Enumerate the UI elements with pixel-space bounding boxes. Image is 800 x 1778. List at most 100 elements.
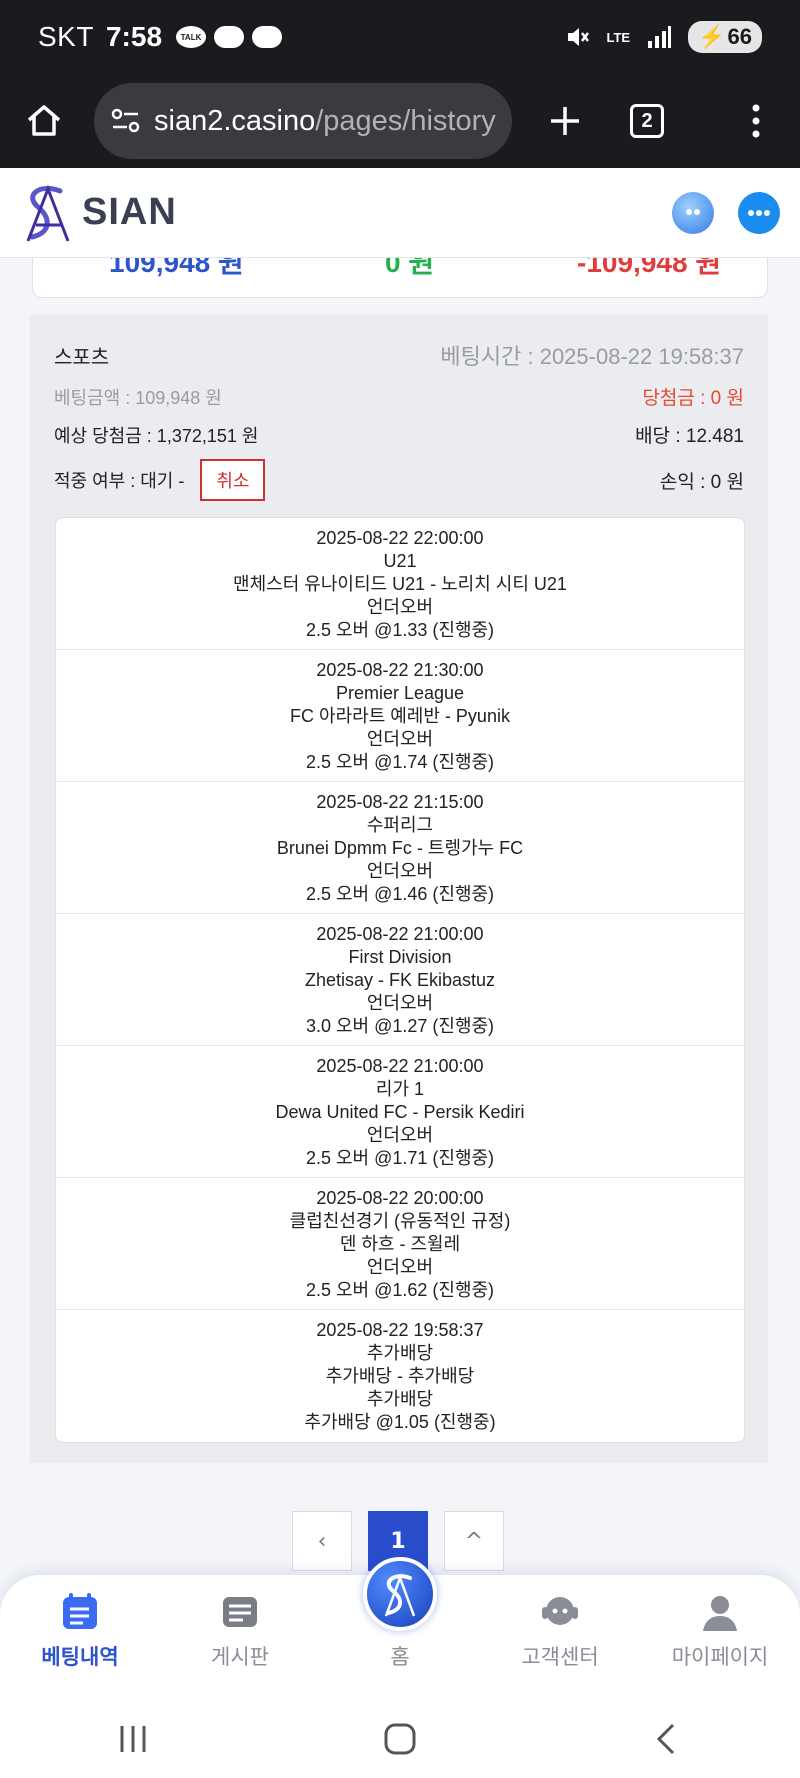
- address-bar[interactable]: sian2.casino/pages/history: [94, 83, 512, 159]
- game-pick: 2.5 오버 @1.71 (진행중): [305, 1148, 495, 1168]
- game-league: Premier League: [335, 683, 465, 703]
- signal-icon: [648, 26, 672, 48]
- mute-icon: [567, 28, 589, 46]
- game-league: 추가배당: [366, 1343, 434, 1363]
- game-market: 언더오버: [366, 861, 434, 881]
- notification-icon: [214, 26, 245, 48]
- notification-icon: [252, 26, 283, 48]
- game-pick: 2.5 오버 @1.33 (진행중): [305, 620, 495, 640]
- game-datetime: 2025-08-22 21:30:00: [316, 660, 484, 680]
- charging-icon: ⚡: [698, 24, 726, 49]
- game-league: U21: [383, 551, 417, 571]
- nav-my-page[interactable]: 마이페이지: [640, 1575, 800, 1700]
- game-match: Dewa United FC - Persik Kediri: [275, 1102, 525, 1122]
- url-host: sian2.casino: [154, 104, 316, 137]
- game-pick: 2.5 오버 @1.46 (진행중): [305, 884, 495, 904]
- next-page-button[interactable]: ^: [444, 1511, 504, 1571]
- game-datetime: 2025-08-22 21:15:00: [316, 792, 484, 812]
- bet-game-item: 2025-08-22 22:00:00 U21 맨체스터 유나이티드 U21 -…: [56, 518, 744, 650]
- status-right: LTE ⚡ 66: [565, 21, 762, 53]
- system-nav-bar: [0, 1700, 800, 1778]
- nav-board[interactable]: 게시판: [160, 1575, 320, 1700]
- network-label: LTE: [606, 29, 631, 45]
- board-icon: [223, 1597, 257, 1627]
- system-home-icon[interactable]: [383, 1722, 417, 1756]
- game-league: First Division: [348, 947, 452, 967]
- prev-page-button[interactable]: ‹: [292, 1511, 352, 1571]
- game-datetime: 2025-08-22 20:00:00: [316, 1188, 484, 1208]
- calendar-list-icon: [63, 1593, 97, 1629]
- kakaotalk-icon: TALK: [176, 26, 207, 48]
- chatbot-icon[interactable]: [672, 191, 714, 234]
- site-logo-text[interactable]: SIAN: [82, 191, 177, 234]
- bet-header-row: 스포츠 베팅시간 : 2025-08-22 19:58:37: [54, 339, 744, 371]
- site-settings-icon[interactable]: [110, 107, 142, 135]
- game-pick: 3.0 오버 @1.27 (진행중): [305, 1016, 495, 1036]
- game-match: 맨체스터 유나이티드 U21 - 노리치 시티 U21: [233, 574, 567, 594]
- game-league: 리가 1: [375, 1079, 425, 1099]
- bet-category: 스포츠: [54, 346, 110, 369]
- expected-win-row: 예상 당첨금 : 1,372,151 원 배당 : 12.481: [54, 421, 744, 448]
- home-logo-button[interactable]: [363, 1557, 437, 1631]
- game-match: Zhetisay - FK Ekibastuz: [304, 970, 496, 990]
- game-datetime: 2025-08-22 21:00:00: [316, 924, 484, 944]
- game-match: 추가배당 - 추가배당: [325, 1366, 475, 1386]
- browser-toolbar: sian2.casino/pages/history 2: [0, 74, 800, 168]
- game-match: Brunei Dpmm Fc - 트렝가누 FC: [276, 838, 524, 858]
- game-market: 언더오버: [366, 1257, 434, 1277]
- game-pick: 2.5 오버 @1.74 (진행중): [305, 752, 495, 772]
- hit-status-row: 적중 여부 : 대기 - 취소 손익 : 0 원: [54, 459, 744, 501]
- bet-amount-row: 베팅금액 : 109,948 원 당첨금 : 0 원: [54, 383, 744, 410]
- game-market: 언더오버: [366, 1125, 434, 1145]
- bet-game-item: 2025-08-22 21:30:00 Premier League FC 아라…: [56, 650, 744, 782]
- game-market: 언더오버: [366, 993, 434, 1013]
- back-icon[interactable]: [650, 1722, 684, 1756]
- status-left: SKT 7:58 TALK: [38, 21, 283, 53]
- nav-customer-center[interactable]: 고객센터: [480, 1575, 640, 1700]
- user-icon: [703, 1596, 737, 1631]
- nav-label: 홈: [390, 1646, 410, 1669]
- sian-logo-icon[interactable]: [20, 181, 76, 245]
- win-amount: 당첨금 : 0 원: [642, 388, 744, 409]
- bet-game-item: 2025-08-22 21:15:00 수퍼리그 Brunei Dpmm Fc …: [56, 782, 744, 914]
- new-tab-icon[interactable]: [548, 104, 582, 138]
- game-market: 언더오버: [366, 597, 434, 617]
- game-match: FC 아라라트 예레반 - Pyunik: [290, 706, 510, 726]
- battery-indicator: ⚡ 66: [688, 21, 762, 53]
- home-icon[interactable]: [24, 101, 64, 141]
- clock: 7:58: [105, 21, 163, 52]
- bet-history-card: 스포츠 베팅시간 : 2025-08-22 19:58:37 베팅금액 : 10…: [30, 315, 768, 1463]
- game-datetime: 2025-08-22 21:00:00: [316, 1056, 484, 1076]
- sian-home-icon: [384, 1574, 416, 1617]
- nav-label: 베팅내역: [41, 1646, 119, 1669]
- game-datetime: 2025-08-22 19:58:37: [316, 1320, 484, 1340]
- game-pick: 2.5 오버 @1.62 (진행중): [305, 1280, 495, 1300]
- battery-level: 66: [727, 24, 752, 49]
- nav-bet-history[interactable]: 베팅내역: [0, 1575, 160, 1700]
- cancel-bet-button[interactable]: 취소: [200, 459, 266, 501]
- nav-label: 고객센터: [521, 1646, 599, 1669]
- profit: 손익 : 0 원: [659, 471, 744, 493]
- more-menu-icon[interactable]: [750, 103, 762, 139]
- url-path: /pages/history: [315, 104, 496, 137]
- hit-status: 적중 여부 : 대기 -: [54, 471, 185, 491]
- game-market: 언더오버: [366, 729, 434, 749]
- game-pick: 추가배당 @1.05 (진행중): [304, 1412, 496, 1432]
- game-league: 수퍼리그: [366, 815, 434, 835]
- headset-icon: [542, 1597, 578, 1625]
- bet-game-item: 2025-08-22 21:00:00 First Division Zheti…: [56, 914, 744, 1046]
- odds: 배당 : 12.481: [635, 426, 744, 447]
- site-header: SIAN: [0, 168, 800, 258]
- nav-label: 마이페이지: [671, 1646, 769, 1669]
- expected-win: 예상 당첨금 : 1,372,151 원: [54, 425, 259, 446]
- nav-label: 게시판: [211, 1646, 269, 1669]
- tab-switcher-button[interactable]: 2: [630, 104, 664, 138]
- game-market: 추가배당: [366, 1389, 434, 1409]
- game-match: 덴 하흐 - 즈윌레: [339, 1234, 461, 1254]
- carrier-label: SKT: [38, 21, 94, 52]
- bet-amount: 베팅금액 : 109,948 원: [54, 387, 222, 408]
- bet-game-item: 2025-08-22 21:00:00 리가 1 Dewa United FC …: [56, 1046, 744, 1178]
- recent-apps-icon[interactable]: [116, 1722, 150, 1756]
- messenger-icon[interactable]: [738, 191, 780, 234]
- bet-games-list: 2025-08-22 22:00:00 U21 맨체스터 유나이티드 U21 -…: [55, 517, 745, 1443]
